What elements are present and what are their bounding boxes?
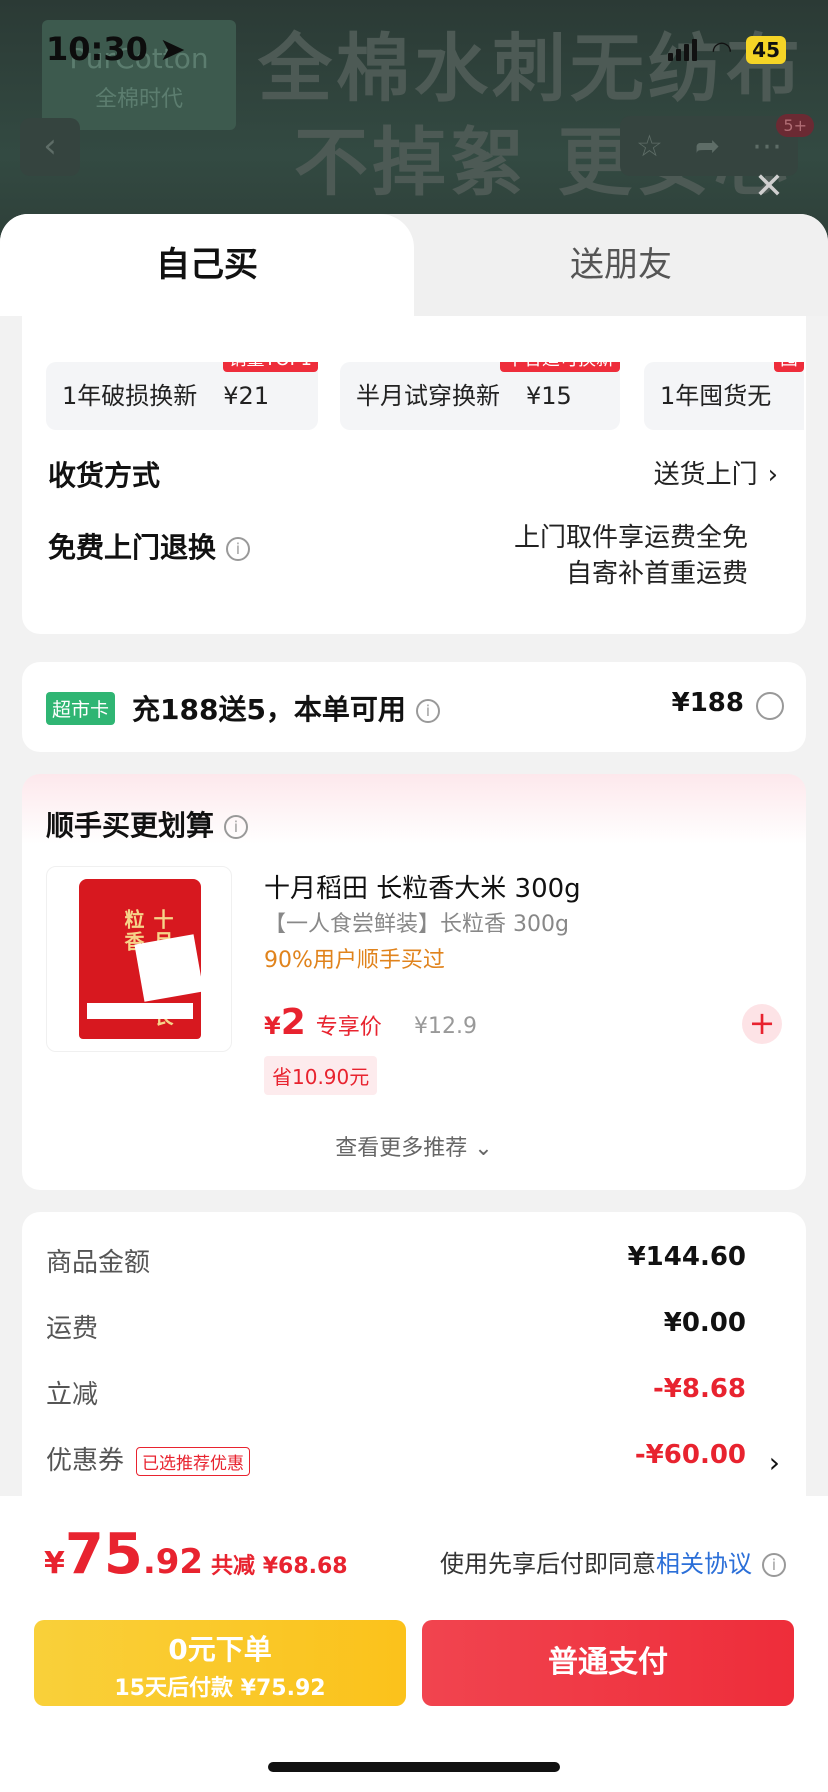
product-name[interactable]: 十月稻田 长粒香大米 300g xyxy=(264,868,581,905)
coupon-tag: 已选推荐优惠 xyxy=(136,1447,251,1476)
price-label: 专享价 xyxy=(315,1015,382,1040)
service-option[interactable]: 1年囤货无 囤 xyxy=(644,362,804,430)
checkout-bar: ¥75.92 共减 ¥68.68 使用先享后付即同意相关协议 i 0元下单 15天后… xyxy=(0,1496,828,1792)
supermarket-price: ¥188 xyxy=(671,688,744,718)
delivery-method[interactable]: 送货上门 › xyxy=(654,454,778,491)
pay-later-line2: 15天后付款 ¥75.92 xyxy=(114,1676,326,1701)
agreement-text: 使用先享后付即同意相关协议 i xyxy=(440,1544,786,1579)
add-button[interactable]: + xyxy=(742,1004,782,1044)
bag-strip xyxy=(87,1003,193,1019)
total-dec: .92 xyxy=(142,1542,204,1582)
plus-icon: + xyxy=(748,1004,776,1042)
product-spec: 【一人食尝鲜装】长粒香 300g xyxy=(264,912,569,937)
goods-amount-row: 商品金额 ¥144.60 xyxy=(46,1242,746,1279)
service-price: ¥21 xyxy=(223,382,270,410)
supermarket-badge: 超市卡 xyxy=(46,692,116,725)
service-options: 1年破损换新 ¥21 销量TOP1 半月试穿换新 ¥15 不合适可换新 1年囤货无 … xyxy=(46,362,804,430)
info-icon[interactable]: i xyxy=(762,1553,786,1577)
product-price: ¥2 专享价 xyxy=(264,1002,382,1043)
message-badge: 5+ xyxy=(776,114,814,137)
addon-card: 顺手买更划算i 十月稻田 长粒香 十月稻田 长粒香大米 300g 【一人食尝鲜装… xyxy=(22,774,806,1190)
pay-later-line1: 0元下单 xyxy=(168,1633,272,1666)
rice-bag-image: 十月稻田 长粒香 xyxy=(79,879,204,1039)
share-icon[interactable]: ➦ xyxy=(695,129,720,164)
status-time: 10:30 ➤ xyxy=(46,30,186,68)
supermarket-radio[interactable] xyxy=(756,692,784,720)
save-tag: 省10.90元 xyxy=(264,1056,378,1095)
price-value: 2 xyxy=(280,1002,306,1043)
delivery-label: 收货方式 xyxy=(48,459,161,492)
tab-self[interactable]: 自己买 xyxy=(0,214,414,316)
shipping-label: 运费 xyxy=(46,1314,99,1344)
pay-later-button[interactable]: 0元下单 15天后付款 ¥75.92 xyxy=(34,1620,406,1706)
service-card: 1年破损换新 ¥21 销量TOP1 半月试穿换新 ¥15 不合适可换新 1年囤货无 … xyxy=(22,316,806,634)
delivery-value: 送货上门 xyxy=(653,460,758,490)
pay-button[interactable]: 普通支付 xyxy=(422,1620,794,1706)
service-label: 1年囤货无 xyxy=(660,382,772,410)
shipping-row: 运费 ¥0.00 xyxy=(46,1308,746,1345)
more-recommendations-link[interactable]: 查看更多推荐 ⌄ xyxy=(22,1130,806,1162)
returns-value-line1: 上门取件享运费全免 xyxy=(513,523,748,553)
chevron-right-icon: › xyxy=(767,460,778,490)
close-icon[interactable]: ✕ xyxy=(754,166,784,207)
signal-icon xyxy=(668,39,698,61)
price-summary: 商品金额 ¥144.60 运费 ¥0.00 立减 -¥8.68 优惠券 已选推荐优… xyxy=(22,1212,806,1532)
addon-title: 顺手买更划算 i xyxy=(46,804,249,844)
info-icon[interactable]: i xyxy=(226,537,251,561)
agreement-link[interactable]: 相关协议 xyxy=(656,1550,752,1578)
service-option[interactable]: 1年破损换新 ¥21 销量TOP1 xyxy=(46,362,318,430)
total-price: ¥75.92 共减 ¥68.68 xyxy=(44,1522,348,1587)
info-icon[interactable]: i xyxy=(224,815,249,839)
location-arrow-icon: ➤ xyxy=(159,30,186,68)
service-tag: 囤 xyxy=(774,362,804,372)
more-icon[interactable]: ⋯ xyxy=(752,129,782,164)
supermarket-title: 充188送5，本单可用 i xyxy=(132,688,440,728)
tab-friend[interactable]: 送朋友 xyxy=(414,214,828,316)
chevron-right-icon[interactable]: › xyxy=(769,1446,780,1479)
goods-label: 商品金额 xyxy=(46,1248,151,1278)
coupon-label: 优惠券 xyxy=(46,1446,125,1476)
currency-symbol: ¥ xyxy=(264,1012,281,1040)
product-buy-rate: 90%用户顺手买过 xyxy=(264,948,445,973)
wifi-icon: ◠ xyxy=(711,36,733,64)
returns-label: 免费上门退换 i xyxy=(48,526,251,566)
status-icons: ◠ 45 xyxy=(668,36,786,64)
supermarket-card[interactable]: 超市卡 充188送5，本单可用 i ¥188 xyxy=(22,662,806,752)
logo-line2: 全棉时代 xyxy=(94,87,183,112)
shipping-value: ¥0.00 xyxy=(663,1308,746,1338)
info-icon[interactable]: i xyxy=(415,699,440,723)
total-int: 75 xyxy=(64,1522,143,1587)
goods-value: ¥144.60 xyxy=(627,1242,746,1272)
home-indicator xyxy=(268,1762,560,1772)
returns-value: 上门取件享运费全免 自寄补首重运费 xyxy=(514,520,748,592)
coupon-row[interactable]: 优惠券 已选推荐优惠 -¥60.00 xyxy=(46,1440,746,1477)
product-image[interactable]: 十月稻田 长粒香 xyxy=(46,866,232,1052)
star-icon[interactable]: ☆ xyxy=(636,129,663,164)
returns-value-line2: 自寄补首重运费 xyxy=(565,559,748,589)
service-tag: 不合适可换新 xyxy=(500,362,620,372)
discount-label: 立减 xyxy=(46,1380,99,1410)
back-button[interactable]: ‹ xyxy=(20,118,80,176)
discount-row: 立减 -¥8.68 xyxy=(46,1374,746,1411)
tabs: 自己买 送朋友 xyxy=(0,214,828,316)
battery-icon: 45 xyxy=(746,36,786,64)
agreement-prefix: 使用先享后付即同意 xyxy=(440,1550,656,1578)
total-discount: 共减 ¥68.68 xyxy=(211,1554,348,1579)
service-price: ¥15 xyxy=(526,382,572,410)
total-currency: ¥ xyxy=(44,1546,65,1581)
coupon-value: -¥60.00 xyxy=(634,1440,746,1470)
chevron-left-icon: ‹ xyxy=(43,126,57,166)
bag-graphic xyxy=(134,934,204,1002)
discount-value: -¥8.68 xyxy=(652,1374,746,1404)
original-price: ¥12.9 xyxy=(414,1014,477,1039)
service-label: 1年破损换新 xyxy=(62,382,198,410)
service-option[interactable]: 半月试穿换新 ¥15 不合适可换新 xyxy=(340,362,620,430)
service-tag: 销量TOP1 xyxy=(222,362,318,372)
service-label: 半月试穿换新 xyxy=(356,382,500,410)
